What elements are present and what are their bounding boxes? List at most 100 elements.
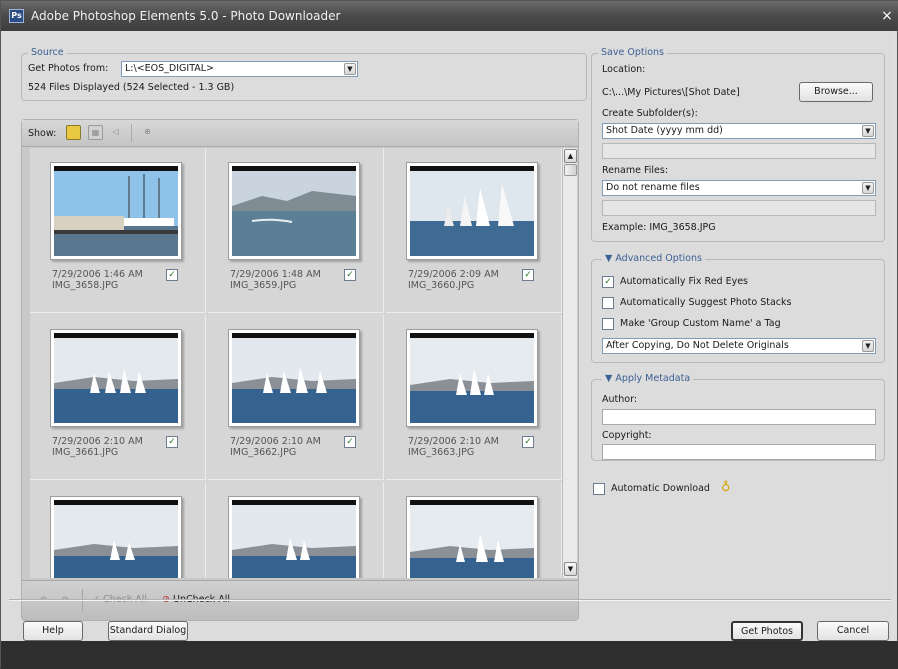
- photo-cell[interactable]: 7/29/2006 2:09 AM IMG_3660.JPG ✓: [386, 148, 562, 313]
- automatic-download-label: Automatic Download: [611, 483, 710, 494]
- photo-checkbox[interactable]: ✓: [522, 269, 534, 281]
- advanced-options-legend[interactable]: ▼ Advanced Options: [602, 253, 705, 264]
- dialog-body: Source Get Photos from: L:\<EOS_DIGITAL>…: [9, 31, 891, 641]
- collapse-triangle-icon: ▼: [605, 253, 616, 264]
- photo-filename: IMG_3660.JPG: [408, 280, 475, 291]
- photo-checkbox[interactable]: ✓: [166, 436, 178, 448]
- scroll-up-icon[interactable]: ▲: [564, 149, 577, 163]
- chevron-down-icon[interactable]: ▼: [862, 340, 874, 352]
- chevron-down-icon[interactable]: ▼: [862, 182, 874, 194]
- source-legend: Source: [28, 47, 67, 58]
- help-button[interactable]: Help: [23, 621, 83, 641]
- photo-cell[interactable]: 7/29/2006 1:46 AM IMG_3658.JPG ✓: [30, 148, 206, 313]
- photo-cell[interactable]: [208, 482, 384, 578]
- save-options-legend: Save Options: [598, 47, 667, 58]
- photo-date: 7/29/2006 2:10 AM: [52, 436, 143, 447]
- scroll-down-icon[interactable]: ▼: [564, 562, 577, 576]
- photo-thumbnail[interactable]: [50, 329, 182, 427]
- photo-cell[interactable]: 7/29/2006 1:48 AM IMG_3659.JPG ✓: [208, 148, 384, 313]
- standard-dialog-button[interactable]: Standard Dialog: [108, 621, 188, 641]
- create-subfolder-label: Create Subfolder(s):: [602, 108, 698, 119]
- photo-cell[interactable]: 7/29/2006 2:10 AM IMG_3662.JPG ✓: [208, 315, 384, 480]
- copyright-field[interactable]: [602, 444, 876, 460]
- photo-checkbox[interactable]: ✓: [344, 436, 356, 448]
- toolbar-divider: [131, 124, 132, 142]
- subfolder-select[interactable]: Shot Date (yyyy mm dd) ▼: [602, 123, 876, 139]
- photo-filename: IMG_3662.JPG: [230, 447, 297, 458]
- photo-thumbnail[interactable]: [228, 496, 360, 578]
- make-tag-checkbox[interactable]: [602, 318, 614, 330]
- photo-date: 7/29/2006 2:09 AM: [408, 269, 499, 280]
- footer-separator-highlight: [9, 600, 891, 601]
- photo-cell[interactable]: 7/29/2006 2:10 AM IMG_3663.JPG ✓: [386, 315, 562, 480]
- make-tag-label: Make 'Group Custom Name' a Tag: [620, 318, 781, 329]
- thumbnail-scrollbar[interactable]: ▲ ▼: [562, 148, 577, 578]
- photo-thumbnail[interactable]: [50, 162, 182, 260]
- show-video-icon[interactable]: ▦: [88, 125, 103, 140]
- window-title: Adobe Photoshop Elements 5.0 - Photo Dow…: [31, 9, 341, 23]
- source-group: Source Get Photos from: L:\<EOS_DIGITAL>…: [21, 47, 587, 101]
- bottom-strip: [1, 641, 898, 669]
- thumbnail-panel: Show: ▦ ◁ ⊕ 7/29/2006 1:46 AM IMG_3658.J…: [21, 119, 579, 621]
- photo-filename: IMG_3663.JPG: [408, 447, 475, 458]
- photo-checkbox[interactable]: ✓: [522, 436, 534, 448]
- advanced-options-group: ▼ Advanced Options ✓ Automatically Fix R…: [591, 253, 885, 363]
- photo-downloader-window: Ps Adobe Photoshop Elements 5.0 - Photo …: [0, 0, 898, 669]
- rename-files-label: Rename Files:: [602, 165, 669, 176]
- coast-photo-icon: [232, 166, 356, 256]
- close-icon[interactable]: ×: [879, 1, 895, 31]
- photo-filename: IMG_3661.JPG: [52, 447, 119, 458]
- copyright-label: Copyright:: [602, 430, 652, 441]
- chevron-down-icon[interactable]: ▼: [344, 63, 356, 75]
- get-photos-button[interactable]: Get Photos: [731, 621, 803, 641]
- show-audio-icon[interactable]: ◁: [108, 125, 123, 140]
- scroll-thumb[interactable]: [564, 164, 577, 176]
- show-label: Show:: [28, 128, 57, 139]
- photo-cell[interactable]: [386, 482, 562, 578]
- location-value: C:\...\My Pictures\[Shot Date]: [602, 87, 740, 98]
- photo-thumbnail[interactable]: [228, 162, 360, 260]
- photo-date: 7/29/2006 2:10 AM: [230, 436, 321, 447]
- show-toolbar: Show: ▦ ◁ ⊕: [22, 120, 578, 147]
- sails-photo-icon: [410, 166, 534, 256]
- app-icon: Ps: [9, 9, 24, 23]
- custom-subfolder-field[interactable]: [602, 143, 876, 159]
- source-drive-value: L:\<EOS_DIGITAL>: [125, 63, 215, 74]
- show-pdf-icon[interactable]: ⊕: [140, 125, 155, 140]
- rename-custom-field[interactable]: [602, 200, 876, 216]
- photo-checkbox[interactable]: ✓: [166, 269, 178, 281]
- files-status: 524 Files Displayed (524 Selected - 1.3 …: [28, 82, 235, 93]
- author-field[interactable]: [602, 409, 876, 425]
- photo-thumbnail[interactable]: [228, 329, 360, 427]
- automatic-download-checkbox[interactable]: [593, 483, 605, 495]
- author-label: Author:: [602, 394, 638, 405]
- photo-thumbnail[interactable]: [406, 162, 538, 260]
- photo-thumbnail[interactable]: [406, 329, 538, 427]
- after-copy-select[interactable]: After Copying, Do Not Delete Originals ▼: [602, 338, 876, 354]
- source-drive-select[interactable]: L:\<EOS_DIGITAL> ▼: [121, 61, 358, 77]
- regatta-photo-icon: [410, 500, 534, 578]
- rename-select[interactable]: Do not rename files ▼: [602, 180, 876, 196]
- subfolder-value: Shot Date (yyyy mm dd): [606, 125, 723, 136]
- lightbulb-icon[interactable]: ♁: [721, 480, 731, 495]
- rename-value: Do not rename files: [606, 182, 700, 193]
- cancel-button[interactable]: Cancel: [817, 621, 889, 641]
- photo-cell[interactable]: 7/29/2006 2:10 AM IMG_3661.JPG ✓: [30, 315, 206, 480]
- fix-red-eyes-checkbox[interactable]: ✓: [602, 276, 614, 288]
- photo-checkbox[interactable]: ✓: [344, 269, 356, 281]
- chevron-down-icon[interactable]: ▼: [862, 125, 874, 137]
- title-bar: Ps Adobe Photoshop Elements 5.0 - Photo …: [1, 1, 898, 31]
- photo-cell[interactable]: [30, 482, 206, 578]
- photo-date: 7/29/2006 1:46 AM: [52, 269, 143, 280]
- photo-thumbnail[interactable]: [50, 496, 182, 578]
- browse-button[interactable]: Browse...: [799, 82, 873, 102]
- regatta-photo-icon: [232, 500, 356, 578]
- location-label: Location:: [602, 64, 646, 75]
- apply-metadata-group: ▼ Apply Metadata Author: Copyright:: [591, 373, 885, 461]
- suggest-stacks-checkbox[interactable]: [602, 297, 614, 309]
- show-photos-icon[interactable]: [66, 125, 81, 140]
- photo-thumbnail[interactable]: [406, 496, 538, 578]
- suggest-stacks-label: Automatically Suggest Photo Stacks: [620, 297, 792, 308]
- photo-filename: IMG_3659.JPG: [230, 280, 297, 291]
- apply-metadata-legend[interactable]: ▼ Apply Metadata: [602, 373, 694, 384]
